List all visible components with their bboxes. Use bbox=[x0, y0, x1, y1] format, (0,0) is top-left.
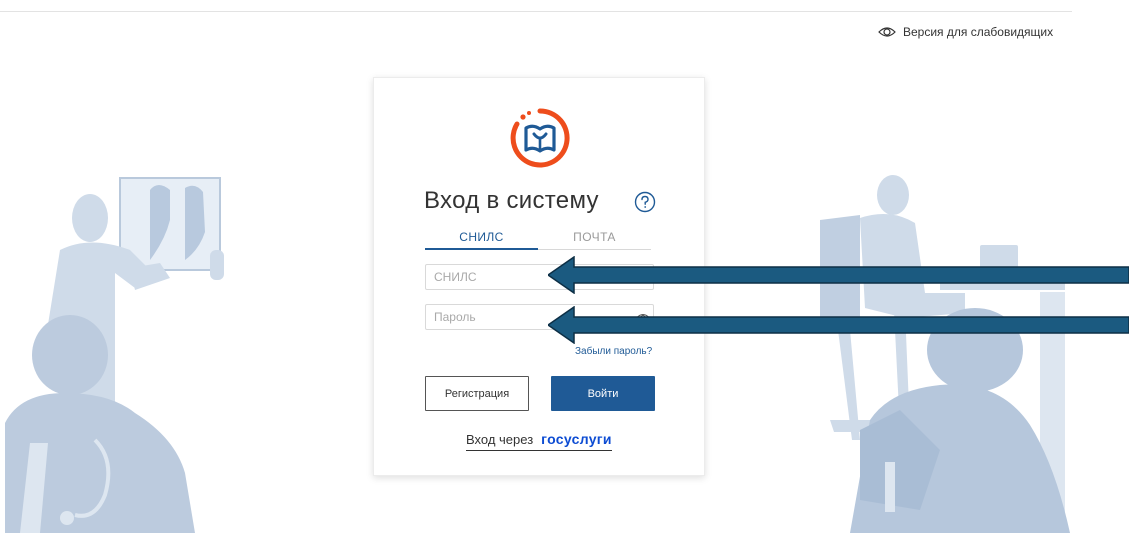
tab-snils[interactable]: СНИЛС bbox=[425, 228, 538, 250]
annotation-arrow-snils bbox=[548, 256, 1129, 294]
login-button[interactable]: Войти bbox=[551, 376, 655, 411]
gosuslugi-prefix: Вход через bbox=[466, 432, 534, 447]
annotation-arrow-password bbox=[548, 306, 1129, 344]
app-logo-icon bbox=[510, 108, 570, 168]
forgot-password-link[interactable]: Забыли пароль? bbox=[575, 346, 652, 357]
accessibility-version-link[interactable]: Версия для слабовидящих bbox=[878, 25, 1053, 39]
doctor-stethoscope-illustration bbox=[5, 315, 195, 533]
gosuslugi-brand-part2: услуги bbox=[563, 431, 612, 447]
login-method-tabs: СНИЛС ПОЧТА bbox=[425, 228, 651, 250]
login-title: Вход в систему bbox=[424, 187, 599, 214]
eye-icon bbox=[878, 27, 896, 37]
gosuslugi-logo: госуслуги bbox=[541, 431, 612, 447]
help-circle-icon[interactable] bbox=[634, 191, 656, 213]
register-button[interactable]: Регистрация bbox=[425, 376, 529, 411]
gosuslugi-brand-part1: гос bbox=[541, 431, 564, 447]
gosuslugi-login-link[interactable]: Вход через госуслуги bbox=[466, 431, 612, 451]
accessibility-version-label: Версия для слабовидящих bbox=[903, 25, 1054, 39]
tab-email[interactable]: ПОЧТА bbox=[538, 228, 651, 249]
